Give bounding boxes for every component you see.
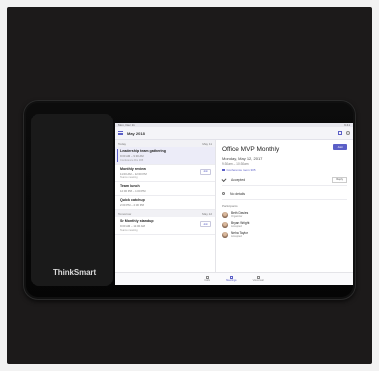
section-tomorrow: Tomorrow May 12 bbox=[115, 210, 215, 217]
search-icon[interactable] bbox=[346, 131, 350, 135]
speaker-grille bbox=[31, 114, 113, 286]
tab-meetings[interactable]: Meetings bbox=[226, 275, 237, 282]
participant[interactable]: Beth Davies Organizer bbox=[222, 211, 347, 218]
main-content: Today May 11 Leadership team gathering 9… bbox=[115, 140, 353, 273]
check-icon bbox=[221, 177, 227, 182]
agenda-event[interactable]: Monthly review 11:00 AM – 12:00 PM Teams… bbox=[115, 165, 215, 182]
month-title: May 2018 bbox=[127, 130, 145, 136]
photo-background: ThinkSmart Mon, Dec 11 9:41 May 2018 Tod… bbox=[7, 7, 372, 364]
join-button[interactable]: Join bbox=[333, 144, 347, 150]
meeting-date: Monday, May 12, 2017 bbox=[222, 156, 263, 161]
participant[interactable]: Neha Taylor Accepted bbox=[222, 231, 347, 238]
meeting-detail: Join Office MVP Monthly Monday, May 12, … bbox=[216, 140, 353, 273]
participants-heading: Participants bbox=[222, 204, 238, 208]
join-chip[interactable]: Join bbox=[200, 221, 211, 227]
reply-button[interactable]: Reply bbox=[332, 176, 347, 183]
status-right: 9:41 bbox=[344, 123, 350, 127]
bottom-tab-bar: Calls Meetings Voicemail bbox=[115, 272, 353, 285]
teams-screen: Mon, Dec 11 9:41 May 2018 Today May 11 L… bbox=[115, 123, 353, 285]
thinksmart-device: ThinkSmart Mon, Dec 11 9:41 May 2018 Tod… bbox=[23, 100, 356, 300]
agenda-event[interactable]: Team lunch 12:00 PM – 1:00 PM bbox=[115, 182, 215, 196]
status-left: Mon, Dec 11 bbox=[118, 123, 135, 127]
room-icon bbox=[222, 168, 225, 172]
meeting-time: 9:30am – 10:30am bbox=[222, 162, 249, 166]
join-chip[interactable]: Join bbox=[200, 168, 211, 175]
section-today: Today May 11 bbox=[115, 140, 215, 147]
meeting-room: Conference room 305 bbox=[222, 168, 347, 172]
tab-calls[interactable]: Calls bbox=[204, 275, 210, 282]
app-bar: May 2018 bbox=[115, 127, 353, 140]
avatar bbox=[222, 231, 228, 238]
participant[interactable]: Bryan Wright Accepted bbox=[222, 221, 347, 228]
details-row: No details bbox=[222, 188, 347, 200]
agenda-event[interactable]: Leadership team gathering 9:00 AM – 9:30… bbox=[115, 147, 215, 165]
agenda-event[interactable]: Quick catchup 2:00 PM – 2:30 PM bbox=[115, 196, 215, 210]
meeting-title: Office MVP Monthly bbox=[222, 146, 280, 153]
avatar bbox=[222, 211, 228, 218]
agenda-event[interactable]: Sr Monthly standup 9:00 AM – 11:00 AM Te… bbox=[115, 217, 215, 235]
brand-logo: ThinkSmart bbox=[53, 268, 97, 277]
tab-voicemail[interactable]: Voicemail bbox=[253, 275, 264, 282]
info-icon bbox=[222, 192, 225, 195]
hamburger-menu-icon[interactable] bbox=[118, 131, 123, 135]
avatar bbox=[222, 221, 228, 228]
rsvp-row: Accepted Reply bbox=[221, 174, 347, 186]
agenda-list: Today May 11 Leadership team gathering 9… bbox=[115, 140, 216, 273]
calendar-icon[interactable] bbox=[338, 131, 342, 135]
